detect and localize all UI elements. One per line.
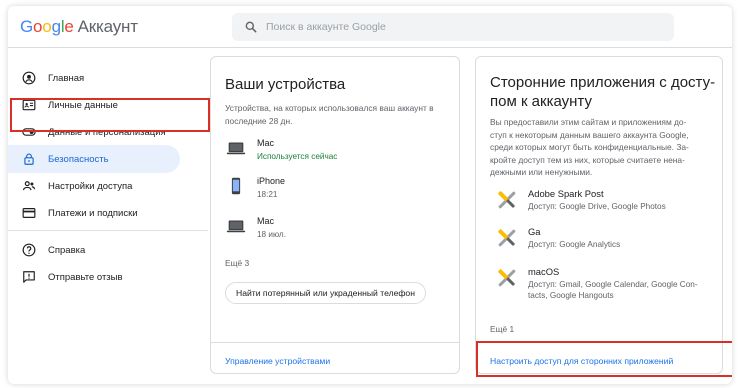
- laptop-icon: [226, 142, 246, 155]
- search-box[interactable]: [232, 13, 674, 41]
- apps-card-divider: [476, 342, 722, 343]
- sidebar-item-sharing[interactable]: Настройки доступа: [8, 172, 180, 200]
- phone-icon: [231, 177, 241, 195]
- person-circle-icon: [22, 71, 36, 85]
- device-item[interactable]: iPhone 18:21: [225, 175, 285, 202]
- app-access: Доступ: Gmail, Google Calendar, Google C…: [528, 280, 698, 289]
- sidebar-item-label: Настройки доступа: [48, 180, 133, 192]
- sidebar-item-data-personalization[interactable]: Данные и персонализация: [8, 118, 180, 146]
- toggle-icon: [22, 128, 36, 136]
- laptop-icon: [226, 220, 246, 233]
- device-item[interactable]: Mac 18 июл.: [225, 215, 286, 242]
- app-access: Доступ: Google Analytics: [528, 240, 621, 249]
- apps-more[interactable]: Ещё 1: [490, 324, 514, 334]
- devices-card-description: Устройства, на которых использовался ваш…: [225, 103, 434, 126]
- app-access: tacts, Google Hangouts: [528, 291, 614, 300]
- devices-card-title: Ваши устройства: [225, 76, 346, 93]
- devices-card: Ваши устройства Устройства, на которых и…: [210, 56, 460, 374]
- sidebar-item-label: Безопасность: [48, 153, 109, 165]
- app-name: macOS: [528, 266, 560, 277]
- sidebar-nav: Главная Личные данные Данные и персонали…: [8, 48, 208, 384]
- help-circle-icon: [22, 243, 36, 257]
- sidebar-item-label: Главная: [48, 72, 85, 84]
- device-name: iPhone: [257, 176, 286, 186]
- device-status: 18 июл.: [257, 230, 286, 239]
- tools-icon: [498, 269, 516, 287]
- logo-letter: o: [42, 17, 52, 36]
- apps-description-line: дежными или ненужными.: [490, 167, 593, 177]
- sidebar-item-label: Личные данные: [48, 99, 118, 111]
- logo-letter: e: [64, 17, 74, 36]
- app-item[interactable]: macOS Доступ: Gmail, Google Calendar, Go…: [494, 265, 708, 301]
- apps-description-line: ступ к некоторым данным вашего аккаунта …: [490, 129, 689, 140]
- apps-card-description: Вы предоставили этим сайтам и приложения…: [490, 116, 718, 179]
- device-name: Mac: [257, 216, 275, 226]
- apps-card-title-line: Сторонние приложения с досту-: [490, 74, 716, 91]
- feedback-icon: [23, 271, 35, 283]
- sidebar-item-security[interactable]: Безопасность: [8, 145, 180, 173]
- app-item[interactable]: Ga Доступ: Google Analytics: [494, 225, 708, 251]
- apps-description-line: среди которых могут быть конфиденциальны…: [490, 142, 689, 152]
- device-status: 18:21: [257, 190, 278, 199]
- apps-description-line: Вы предоставили этим сайтам и приложения…: [490, 117, 687, 127]
- top-bar: Google Аккаунт: [8, 6, 732, 48]
- logo-letter: o: [33, 17, 43, 36]
- app-item[interactable]: Adobe Spark Post Доступ: Google Drive, G…: [494, 187, 708, 213]
- sidebar-item-help[interactable]: Справка: [8, 236, 180, 264]
- google-account-logo[interactable]: Google Аккаунт: [20, 17, 138, 37]
- search-icon: [245, 21, 257, 33]
- sidebar-item-payments[interactable]: Платежи и подписки: [8, 199, 180, 227]
- devices-card-divider: [211, 342, 459, 343]
- search-input[interactable]: [266, 21, 646, 33]
- sidebar-item-label: Справка: [48, 244, 86, 256]
- sidebar-divider: [8, 230, 208, 231]
- app-name: Adobe Spark Post: [528, 188, 604, 199]
- app-access: Доступ: Google Drive, Google Photos: [528, 202, 666, 211]
- device-name: Mac: [257, 138, 275, 148]
- devices-more[interactable]: Ещё 3: [225, 258, 249, 268]
- third-party-apps-card: Сторонние приложения с досту- пом к акка…: [475, 56, 723, 374]
- logo-letter: G: [20, 17, 34, 36]
- apps-card-title-line: пом к аккаунту: [490, 93, 592, 110]
- google-account-window: GoogleАккаунт Главная: [8, 6, 732, 384]
- configure-third-party-access-link[interactable]: Настроить доступ для сторонних приложени…: [490, 356, 673, 366]
- apps-card-title: Сторонние приложения с досту- пом к акка…: [490, 73, 715, 111]
- device-item[interactable]: Mac Используется сейчас: [225, 137, 337, 164]
- tools-icon: [498, 191, 516, 209]
- credit-card-icon: [22, 208, 36, 218]
- sidebar-item-label: Отправьте отзыв: [48, 271, 123, 283]
- id-card-icon: [22, 99, 36, 111]
- sidebar-item-personal-info[interactable]: Личные данные: [8, 91, 180, 119]
- account-label: Аккаунт: [77, 17, 138, 36]
- find-phone-button[interactable]: Найти потерянный или украденный телефон: [225, 282, 426, 304]
- people-icon: [22, 181, 36, 191]
- tools-icon: [498, 229, 516, 247]
- sidebar-item-home[interactable]: Главная: [8, 64, 180, 92]
- device-status: Используется сейчас: [257, 152, 338, 161]
- lock-icon: [24, 153, 34, 165]
- logo-letter: g: [51, 17, 61, 36]
- manage-devices-link[interactable]: Управление устройствами: [225, 356, 330, 366]
- sidebar-item-label: Платежи и подписки: [48, 207, 138, 219]
- sidebar-item-label: Данные и персонализация: [48, 126, 166, 138]
- app-name: Ga: [528, 226, 541, 237]
- sidebar-item-feedback[interactable]: Отправьте отзыв: [8, 263, 180, 291]
- apps-description-line: кройте доступ тем из них, которые считае…: [490, 154, 685, 165]
